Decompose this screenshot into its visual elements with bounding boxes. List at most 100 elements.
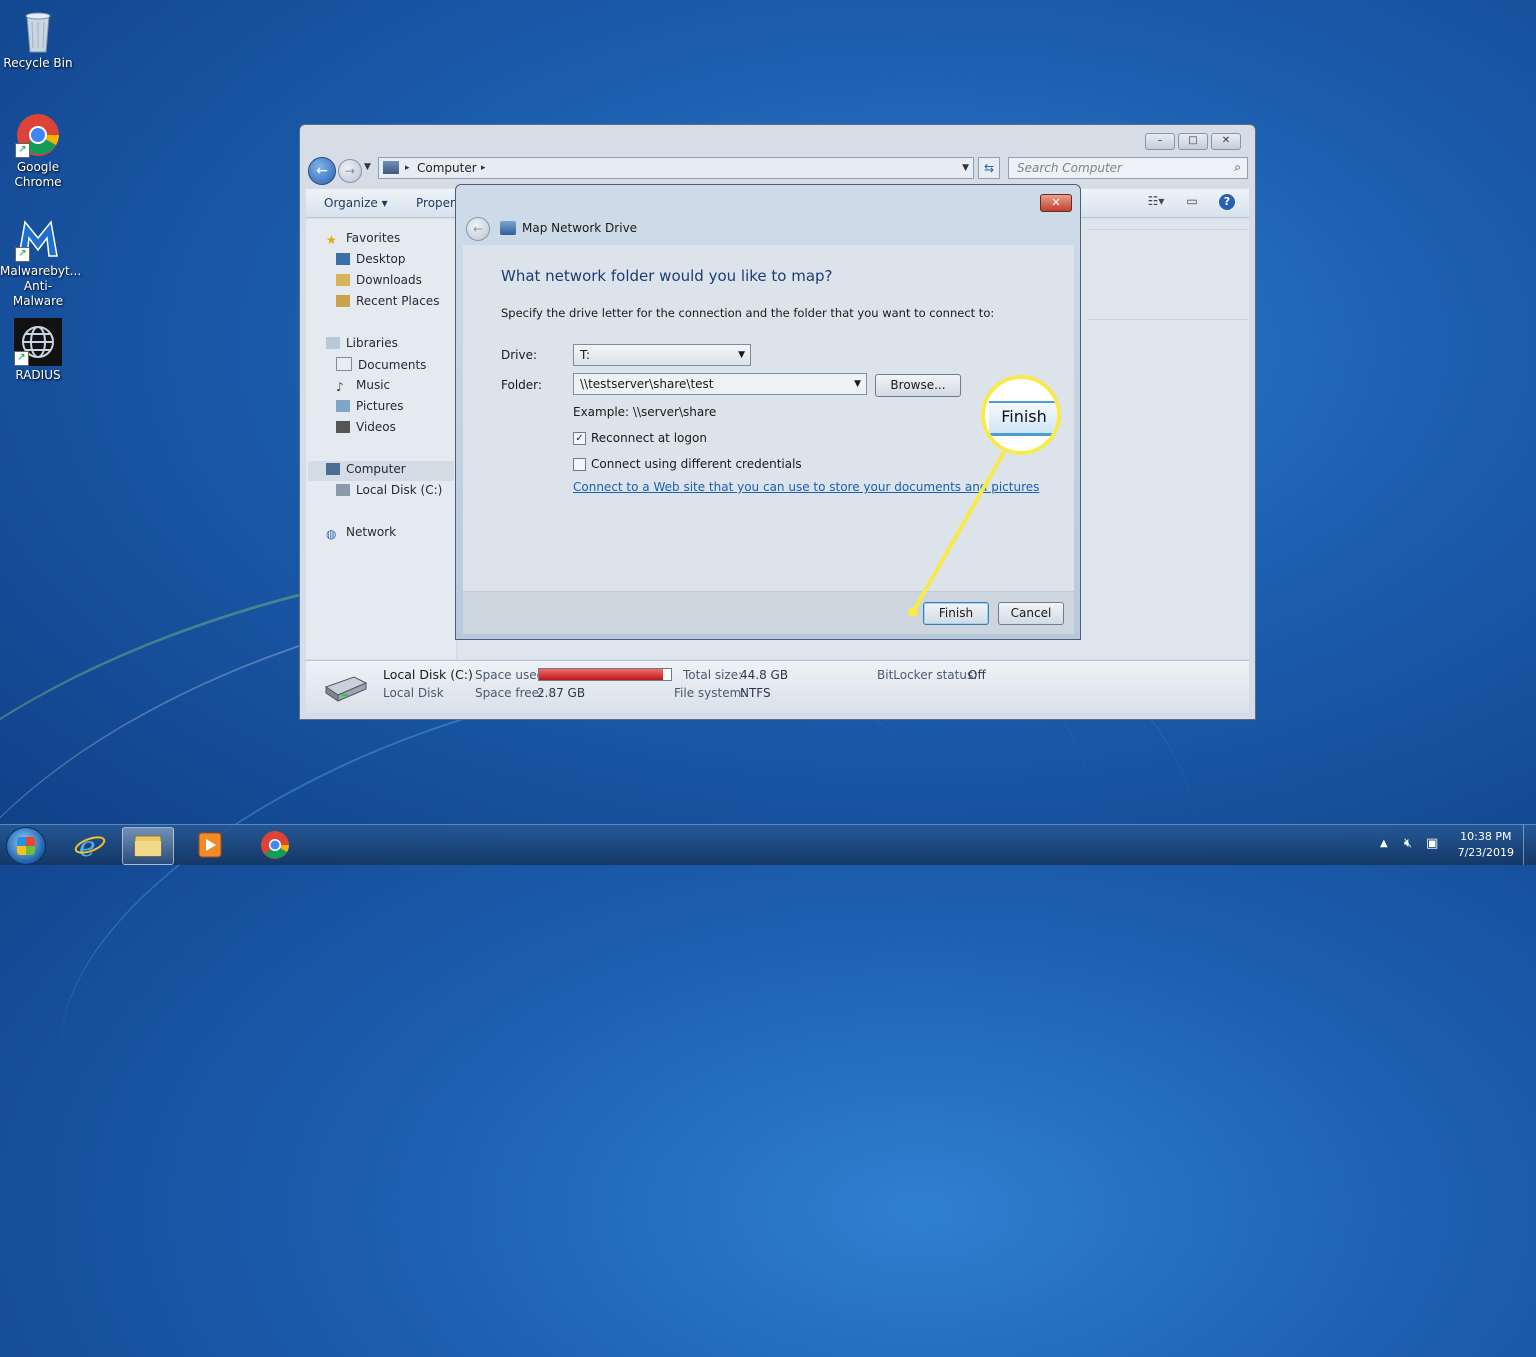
total-size-value: 44.8 GB: [740, 668, 789, 682]
nav-item-videos[interactable]: Videos: [336, 420, 396, 434]
start-button[interactable]: [6, 827, 46, 865]
checkbox-box[interactable]: [573, 457, 586, 471]
forward-button[interactable]: →: [338, 159, 362, 183]
refresh-button[interactable]: ⇆: [978, 157, 1000, 179]
volume-muted-icon[interactable]: 🔇︎: [1404, 836, 1412, 851]
nav-item-computer[interactable]: Computer: [326, 462, 406, 476]
chevron-down-icon[interactable]: ▼: [962, 163, 969, 173]
nav-item-downloads[interactable]: Downloads: [336, 273, 422, 287]
dialog-heading: What network folder would you like to ma…: [501, 267, 833, 285]
credentials-checkbox[interactable]: Connect using different credentials: [573, 457, 802, 471]
checkbox-box[interactable]: ✓: [573, 431, 586, 445]
nav-item-recent-places[interactable]: Recent Places: [336, 294, 439, 308]
search-input[interactable]: Search Computer ⌕: [1008, 157, 1248, 179]
folder-example: Example: \\server\share: [573, 405, 717, 419]
address-bar[interactable]: ▸ Computer ▸ ▼: [378, 157, 974, 179]
chevron-right-icon[interactable]: ▸: [481, 163, 486, 173]
breadcrumb-computer[interactable]: Computer: [417, 161, 477, 175]
music-icon: ♪: [336, 380, 344, 394]
details-pane: Local Disk (C:) Local Disk Space used: S…: [306, 660, 1249, 713]
network-drive-icon: [500, 221, 516, 235]
hard-disk-icon: [324, 673, 368, 703]
show-hidden-icons-icon[interactable]: ▲: [1380, 838, 1388, 849]
taskbar: e ▲ 🔇︎ ▣ 10:38 PM 7/23/2019: [0, 824, 1536, 865]
browse-button[interactable]: Browse...: [875, 374, 961, 397]
shortcut-arrow-icon: ↗: [15, 247, 30, 262]
dialog-close-button[interactable]: ✕: [1040, 194, 1072, 212]
shortcut-arrow-icon: ↗: [15, 143, 30, 158]
nav-item-local-disk[interactable]: Local Disk (C:): [336, 483, 442, 497]
desktop-icon: [336, 253, 350, 265]
network-icon: ◍: [326, 527, 337, 541]
organize-button[interactable]: Organize ▾: [324, 196, 388, 210]
finish-button[interactable]: Finish: [923, 602, 989, 625]
taskbar-internet-explorer[interactable]: e: [65, 827, 115, 863]
drive-select[interactable]: T: ▼: [573, 344, 751, 366]
folder-input[interactable]: \\testserver\share\test ▼: [573, 373, 867, 395]
desktop-icon-radius[interactable]: ↗ RADIUS: [0, 318, 76, 383]
clock[interactable]: 10:38 PM 7/23/2019: [1458, 829, 1514, 861]
space-usage-fill: [539, 669, 664, 680]
window-controls: – □ ✕: [1145, 133, 1241, 150]
space-usage-bar: [538, 668, 672, 681]
nav-item-favorites[interactable]: ★ Favorites: [326, 231, 400, 247]
nav-item-desktop[interactable]: Desktop: [336, 252, 406, 266]
maximize-button[interactable]: □: [1178, 133, 1208, 150]
bitlocker-label: BitLocker status:: [877, 668, 978, 682]
chevron-right-icon[interactable]: ▸: [405, 163, 410, 173]
nav-item-network[interactable]: ◍ Network: [326, 525, 396, 541]
change-view-icon[interactable]: ☷▾: [1147, 194, 1165, 210]
nav-item-music[interactable]: ♪ Music: [336, 378, 390, 394]
file-system-label: File system:: [674, 686, 746, 700]
taskbar-windows-explorer[interactable]: [122, 827, 174, 865]
nav-item-pictures[interactable]: Pictures: [336, 399, 404, 413]
space-free-label: Space free:: [475, 686, 544, 700]
taskbar-media-player[interactable]: [185, 827, 235, 863]
taskbar-chrome[interactable]: [250, 827, 300, 863]
dialog-title: Map Network Drive: [522, 221, 638, 235]
reconnect-checkbox[interactable]: ✓ Reconnect at logon: [573, 431, 707, 445]
libraries-icon: [326, 337, 340, 349]
minimize-button[interactable]: –: [1145, 133, 1175, 150]
clock-date: 7/23/2019: [1457, 846, 1514, 859]
computer-icon: [326, 463, 340, 475]
close-button[interactable]: ✕: [1211, 133, 1241, 150]
svg-text:e: e: [79, 830, 96, 863]
internet-explorer-icon: e: [74, 830, 106, 863]
media-player-icon: [198, 832, 222, 858]
folder-icon: [134, 835, 162, 857]
show-desktop-button[interactable]: [1523, 825, 1536, 865]
desktop-icon-malwarebytes[interactable]: ↗ Malwarebyt... Anti-Malware: [0, 216, 82, 309]
chevron-down-icon: ▼: [854, 379, 861, 389]
computer-icon: [383, 161, 399, 174]
back-button[interactable]: ←: [308, 157, 336, 185]
windows-logo-icon: [17, 837, 35, 855]
nav-item-documents[interactable]: Documents: [336, 357, 426, 372]
bitlocker-value: Off: [968, 668, 986, 682]
pictures-icon: [336, 400, 350, 412]
star-icon: ★: [326, 233, 337, 247]
dialog-footer: Finish Cancel: [463, 591, 1074, 634]
desktop-icon-recycle-bin[interactable]: Recycle Bin: [0, 8, 76, 71]
toolbar-icons: ☷▾ ▭ ?: [1147, 194, 1235, 210]
network-status-icon[interactable]: ▣: [1426, 836, 1438, 851]
nav-item-libraries[interactable]: Libraries: [326, 336, 398, 350]
history-dropdown-icon[interactable]: ▼: [364, 162, 371, 172]
shortcut-arrow-icon: ↗: [14, 351, 29, 366]
desktop-icon-chrome[interactable]: ↗ Google Chrome: [0, 112, 76, 190]
callout-magnifier: Finish: [981, 375, 1061, 455]
web-site-link[interactable]: Connect to a Web site that you can use t…: [573, 480, 1039, 494]
desktop-icon-label: Malwarebyt... Anti-Malware: [0, 264, 82, 308]
callout-finish-label: Finish: [989, 401, 1057, 436]
dialog-back-button[interactable]: ←: [466, 217, 490, 241]
help-icon[interactable]: ?: [1219, 194, 1235, 210]
malwarebytes-icon: ↗: [15, 216, 61, 262]
cancel-button[interactable]: Cancel: [998, 602, 1064, 625]
search-icon[interactable]: ⌕: [1234, 160, 1241, 175]
desktop-icon-label: Google Chrome: [14, 160, 62, 189]
preview-pane-icon[interactable]: ▭: [1183, 194, 1201, 210]
properties-button[interactable]: Propert: [416, 196, 460, 210]
file-system-value: NTFS: [740, 686, 771, 700]
videos-icon: [336, 421, 350, 433]
desktop-icon-label: RADIUS: [15, 368, 61, 382]
